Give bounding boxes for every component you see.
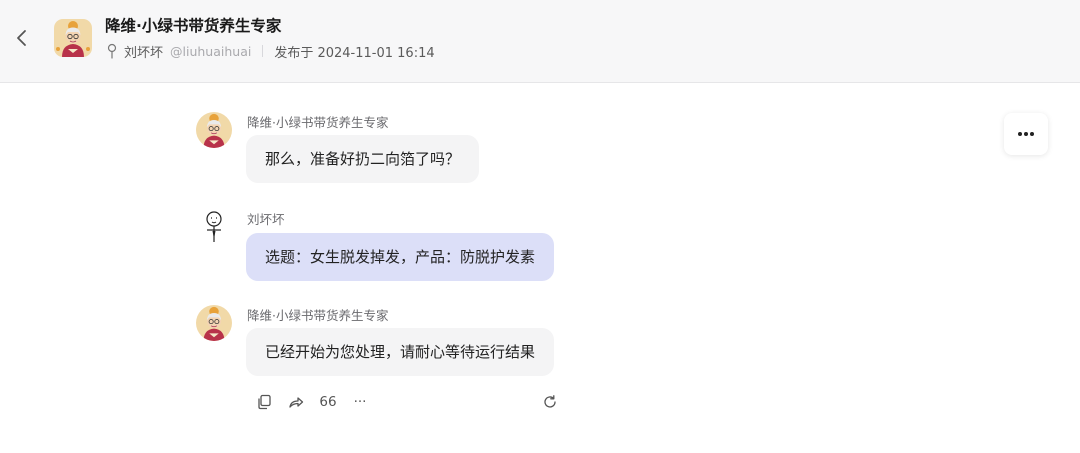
regenerate-icon <box>544 395 556 408</box>
pin-icon <box>105 43 119 59</box>
regenerate-button[interactable] <box>540 392 560 412</box>
quote-button[interactable]: 66 <box>317 392 339 412</box>
header-meta: 刘坏坏 @liuhuaihuai 发布于 2024-11-01 16:14 <box>105 42 435 61</box>
back-icon[interactable] <box>10 26 34 50</box>
user-avatar <box>196 209 232 245</box>
author-handle: @liuhuaihuai <box>170 43 252 59</box>
bot-message-bubble: 那么，准备好扔二向箔了吗？ <box>246 135 480 183</box>
author-name[interactable]: 刘坏坏 <box>124 42 163 61</box>
bot-avatar <box>54 19 92 57</box>
sender-name: 刘坏坏 <box>247 212 285 227</box>
bot-avatar <box>196 305 232 341</box>
page-title: 降维·小绿书带货养生专家 <box>105 17 282 35</box>
meta-divider <box>262 45 264 57</box>
bot-message-bubble: 已经开始为您处理，请耐心等待运行结果 <box>246 328 555 376</box>
more-actions-button[interactable]: ··· <box>349 392 371 412</box>
share-icon <box>289 397 304 408</box>
more-options-button[interactable] <box>1004 113 1048 155</box>
copy-icon <box>258 394 271 410</box>
user-message-bubble: 选题：女生脱发掉发，产品：防脱护发素 <box>246 233 555 281</box>
sender-name: 降维·小绿书带货养生专家 <box>247 308 389 323</box>
copy-button[interactable] <box>254 392 274 412</box>
share-button[interactable] <box>286 392 306 412</box>
chat-header: 降维·小绿书带货养生专家 刘坏坏 @liuhuaihuai 发布于 2024-1… <box>0 0 1080 83</box>
sender-name: 降维·小绿书带货养生专家 <box>247 115 389 130</box>
bot-avatar <box>196 112 232 148</box>
more-options-icon <box>1018 132 1034 136</box>
publish-date: 发布于 2024-11-01 16:14 <box>274 45 435 61</box>
